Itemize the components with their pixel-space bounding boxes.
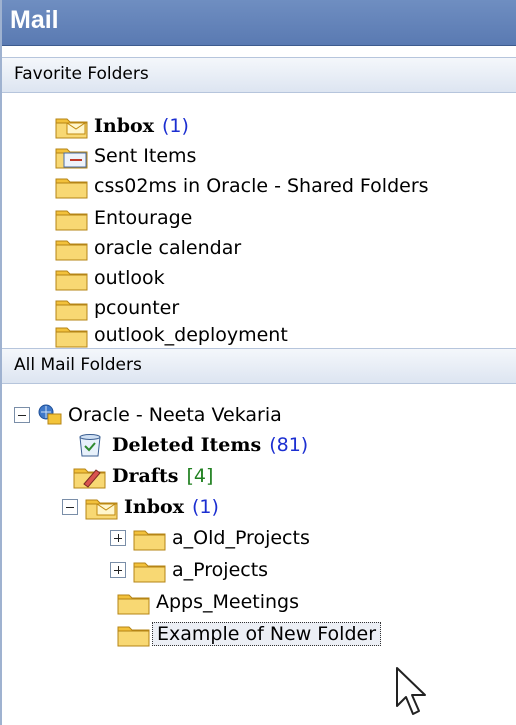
drafts-count: [4] xyxy=(186,465,214,487)
partially-hidden-folder xyxy=(122,656,142,661)
drafts-icon xyxy=(72,462,108,490)
mailbox-root[interactable]: Oracle - Neeta Vekaria xyxy=(36,401,282,429)
favorite-oracle-calendar[interactable]: oracle calendar xyxy=(54,234,241,262)
expand-projects-toggle[interactable] xyxy=(110,562,126,578)
folder-icon xyxy=(54,321,90,349)
mailbox-root-label: Oracle - Neeta Vekaria xyxy=(68,404,282,426)
old-projects-folder[interactable]: a_Old_Projects xyxy=(132,524,310,552)
folder-icon xyxy=(132,524,168,552)
drafts-folder[interactable]: Drafts [4] xyxy=(72,462,213,490)
tree-inbox-folder[interactable]: Inbox (1) xyxy=(84,493,219,521)
folder-icon xyxy=(54,264,90,292)
expand-old-projects-toggle[interactable] xyxy=(110,530,126,546)
folder-icon xyxy=(54,172,90,200)
folder-icon xyxy=(54,204,90,232)
deleted-items-count: (81) xyxy=(269,434,309,456)
old-projects-label: a_Old_Projects xyxy=(172,527,310,549)
favorite-outlook-deployment[interactable]: outlook_deployment xyxy=(54,324,288,346)
favorite-folders-label: Favorite Folders xyxy=(14,64,149,84)
inbox-icon xyxy=(84,493,120,521)
favorite-shared-folders[interactable]: css02ms in Oracle - Shared Folders xyxy=(54,172,429,200)
deleted-items-icon xyxy=(72,431,108,459)
collapse-mailbox-toggle[interactable] xyxy=(14,407,30,423)
mail-pane-title-bar: Mail xyxy=(2,0,516,46)
favorite-entourage[interactable]: Entourage xyxy=(54,204,192,232)
pane-title: Mail xyxy=(10,6,59,34)
apps-meetings-folder[interactable]: Apps_Meetings xyxy=(116,588,299,616)
favorite-outlook-deployment-label: outlook_deployment xyxy=(94,324,288,346)
favorite-shared-folders-label: css02ms in Oracle - Shared Folders xyxy=(94,175,429,197)
folder-icon xyxy=(116,620,152,648)
favorite-inbox-label: Inbox xyxy=(94,115,154,137)
mouse-pointer-icon xyxy=(396,667,426,715)
drafts-label: Drafts xyxy=(112,465,179,487)
deleted-items-folder[interactable]: Deleted Items (81) xyxy=(72,431,308,459)
favorite-outlook-label: outlook xyxy=(94,267,165,289)
inbox-icon xyxy=(54,112,90,140)
favorite-oracle-calendar-label: oracle calendar xyxy=(94,237,242,259)
new-folder-label: Example of New Folder xyxy=(152,622,382,646)
projects-label: a_Projects xyxy=(172,559,269,581)
favorite-entourage-label: Entourage xyxy=(94,207,193,229)
tree-inbox-label: Inbox xyxy=(124,496,184,518)
favorite-pcounter[interactable]: pcounter xyxy=(54,294,179,322)
favorite-inbox[interactable]: Inbox (1) xyxy=(54,112,189,140)
favorite-sent-items[interactable]: Sent Items xyxy=(54,142,196,170)
folder-icon xyxy=(116,588,152,616)
folder-icon xyxy=(54,294,90,322)
all-mail-folders-label: All Mail Folders xyxy=(14,355,142,375)
apps-meetings-label: Apps_Meetings xyxy=(156,591,300,613)
new-folder-item[interactable]: Example of New Folder xyxy=(116,620,382,648)
mail-navigation-pane: Mail Favorite Folders Inbox (1) Sent Ite… xyxy=(0,0,516,725)
deleted-items-label: Deleted Items xyxy=(112,434,262,456)
folder-icon xyxy=(132,556,168,584)
all-mail-folders-header[interactable]: All Mail Folders xyxy=(2,348,516,384)
sent-items-icon xyxy=(54,142,90,170)
favorite-sent-items-label: Sent Items xyxy=(94,145,197,167)
collapse-inbox-toggle[interactable] xyxy=(62,499,78,515)
folder-icon xyxy=(54,234,90,262)
tree-inbox-unread-count: (1) xyxy=(192,496,219,518)
mailbox-icon xyxy=(36,401,64,429)
favorite-folders-header[interactable]: Favorite Folders xyxy=(2,57,516,93)
favorite-inbox-unread-count: (1) xyxy=(162,115,189,137)
favorite-outlook[interactable]: outlook xyxy=(54,264,165,292)
favorite-pcounter-label: pcounter xyxy=(94,297,180,319)
projects-folder[interactable]: a_Projects xyxy=(132,556,268,584)
